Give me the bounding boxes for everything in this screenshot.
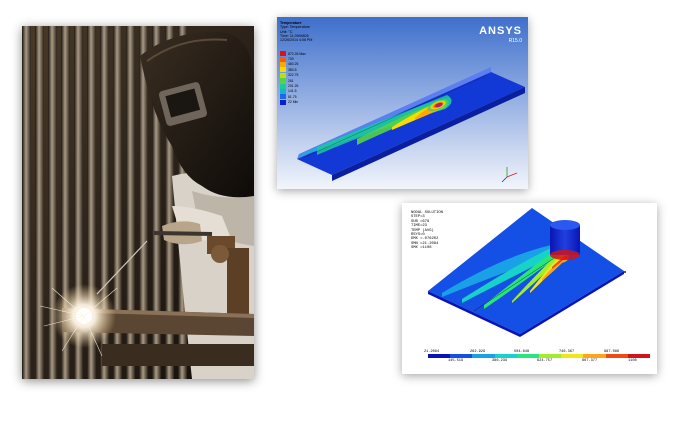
legend-swatch: [280, 83, 286, 89]
legend-swatch: [280, 88, 286, 94]
ansys-logo: ANSYS R15.0: [479, 22, 522, 44]
legend-swatch: [280, 51, 286, 57]
ansys-info-line: 12/26/2014 4:08 PM: [280, 38, 313, 43]
scale-label-top: 262.929: [470, 350, 486, 354]
legend-label: 141.5: [288, 89, 297, 94]
ansys-brand: ANSYS: [479, 25, 522, 37]
scale-label-bottom: 145.519: [448, 359, 464, 363]
legend-label: 81.75: [288, 94, 297, 99]
nodal-info-line: SMX =1108: [411, 246, 432, 251]
legend-label: 22 Min: [288, 100, 299, 105]
ansys-legend: 872.26 Max 700 460.25 380.5 322.75 261 201.25 1…: [280, 51, 306, 105]
legend-swatch: [280, 67, 286, 73]
legend-label: 201.25: [288, 84, 299, 89]
legend-label: 700: [288, 57, 294, 62]
legend-swatch: [280, 78, 286, 84]
color-scale-labels: 21.2094 262.929 504.648 746.367 987.086 …: [422, 350, 644, 366]
legend-row: 872.26 Max: [280, 51, 306, 57]
welding-photo: [22, 26, 254, 379]
scale-label-top: 746.367: [559, 350, 575, 354]
welder-image: [22, 26, 254, 379]
scale-label-bottom: 867.377: [582, 359, 598, 363]
scale-label-bottom: 624.757: [537, 359, 553, 363]
legend-label: 872.26 Max: [288, 51, 306, 56]
ansys-version: R15.0: [508, 38, 522, 44]
legend-swatch: [280, 56, 286, 62]
nodal-solution-panel: NODAL SOLUTION STEP=3 SUB =678 TIME=23 T…: [402, 203, 657, 374]
legend-label: 261: [288, 78, 294, 83]
legend-swatch: [280, 94, 286, 100]
nodal-info: NODAL SOLUTION STEP=3 SUB =678 TIME=23 T…: [411, 211, 443, 251]
scale-label-top: 21.2094: [424, 350, 440, 354]
legend-label: 380.5: [288, 67, 297, 72]
scale-label-top: 504.648: [514, 350, 530, 354]
legend-swatch: [280, 61, 286, 67]
scale-label-top: 987.086: [604, 350, 620, 354]
legend-label: 322.75: [288, 73, 299, 78]
ansys-info: Temperature Type: Temperature Unit: °C T…: [280, 21, 312, 42]
legend-row: 22 Min: [280, 99, 306, 105]
legend-label: 460.25: [288, 62, 299, 67]
ansys-info-line: Type: Temperature: [280, 25, 310, 30]
ansys-temperature-panel: ANSYS R15.0 Temperature Type: Temperatur…: [277, 17, 528, 189]
scale-label-bottom: 386.239: [492, 359, 508, 363]
scale-label-bottom: 1108: [628, 359, 637, 363]
legend-swatch: [280, 72, 286, 78]
legend-swatch: [280, 99, 286, 105]
